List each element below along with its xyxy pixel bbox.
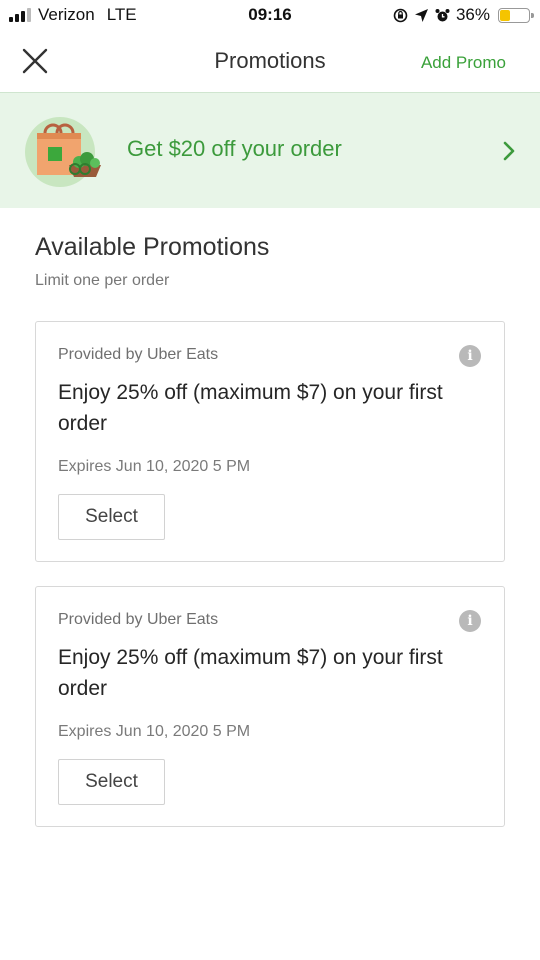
select-button[interactable]: Select xyxy=(58,494,165,540)
location-arrow-icon xyxy=(414,8,428,22)
screen-lock-icon xyxy=(393,8,408,22)
grocery-bag-icon xyxy=(25,117,101,187)
status-left: Verizon LTE xyxy=(9,5,137,25)
nav-bar: Promotions Add Promo xyxy=(0,30,540,92)
promo-description: Enjoy 25% off (maximum $7) on your first… xyxy=(58,646,443,700)
banner-text: Get $20 off your order xyxy=(127,136,342,161)
section-title: Available Promotions xyxy=(35,233,270,261)
promo-expiry: Expires Jun 10, 2020 5 PM xyxy=(58,458,251,475)
close-button[interactable] xyxy=(18,44,52,78)
promo-banner[interactable]: Get $20 off your order xyxy=(0,92,540,208)
info-icon[interactable]: i xyxy=(459,345,481,367)
battery-icon xyxy=(498,7,534,23)
network-type: LTE xyxy=(106,5,137,24)
promo-provider: Provided by Uber Eats xyxy=(58,611,219,628)
status-right: 36% xyxy=(393,5,534,25)
chevron-right-icon xyxy=(503,141,515,161)
promo-card: Provided by Uber Eats i Enjoy 25% off (m… xyxy=(35,321,505,562)
status-bar: Verizon LTE 09:16 36% xyxy=(0,0,540,30)
signal-icon xyxy=(9,8,31,22)
promo-description: Enjoy 25% off (maximum $7) on your first… xyxy=(58,381,443,435)
battery-percent: 36% xyxy=(455,5,490,24)
info-icon[interactable]: i xyxy=(459,610,481,632)
promo-expiry: Expires Jun 10, 2020 5 PM xyxy=(58,723,251,740)
select-button[interactable]: Select xyxy=(58,759,165,805)
promo-provider: Provided by Uber Eats xyxy=(58,346,219,363)
battery-level xyxy=(500,9,511,21)
promo-card: Provided by Uber Eats i Enjoy 25% off (m… xyxy=(35,586,505,827)
carrier-name: Verizon xyxy=(38,5,95,24)
alarm-icon xyxy=(435,8,450,21)
add-promo-button[interactable]: Add Promo xyxy=(421,53,506,73)
section-subtitle: Limit one per order xyxy=(35,272,170,289)
close-icon xyxy=(22,48,48,74)
